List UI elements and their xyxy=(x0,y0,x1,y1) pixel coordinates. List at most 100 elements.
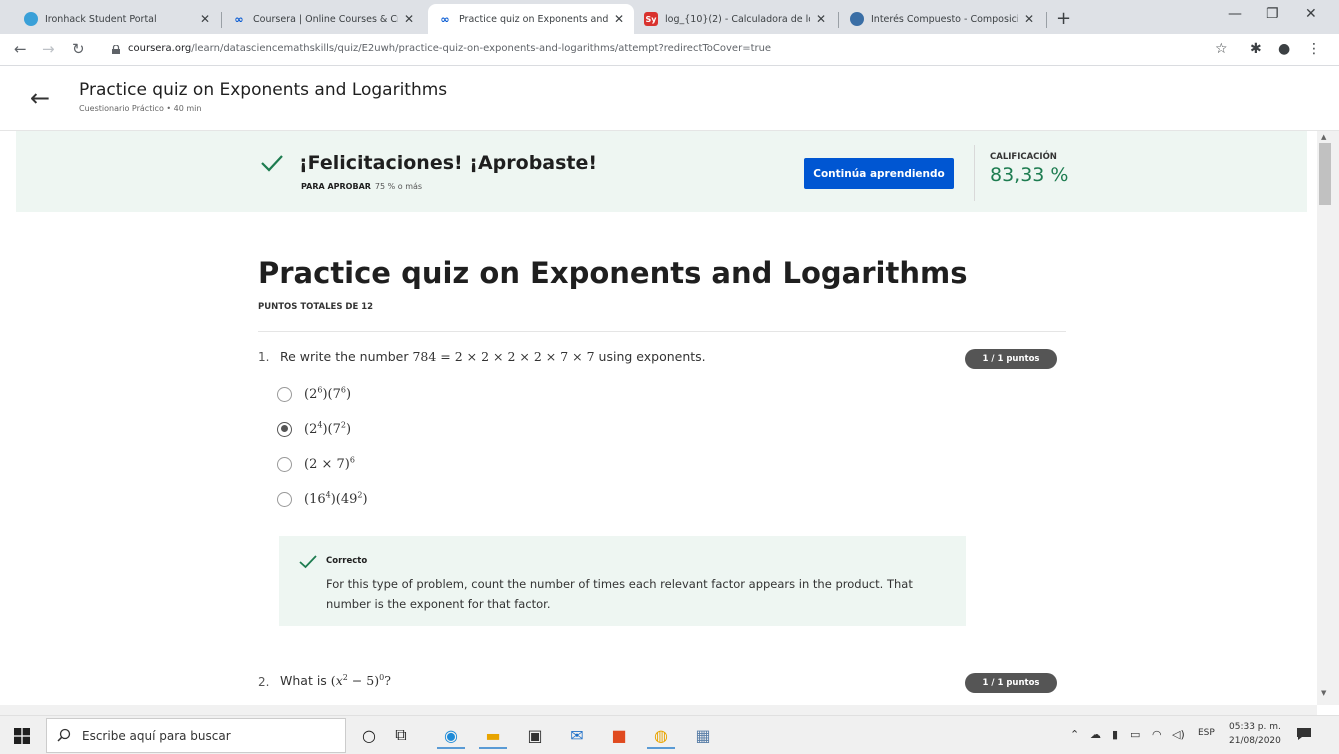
wifi-icon[interactable]: ◠ xyxy=(1152,728,1162,741)
tab-title: Practice quiz on Exponents and L xyxy=(459,13,608,25)
calculator-icon[interactable]: ▦ xyxy=(689,721,717,749)
browser-tab-bar: Ironhack Student Portal ✕ ∞ Coursera | O… xyxy=(0,0,1339,34)
lock-icon xyxy=(112,45,120,54)
close-icon[interactable]: ✕ xyxy=(614,12,624,26)
continue-learning-button[interactable]: Continúa aprendiendo xyxy=(804,158,954,189)
answer-option[interactable]: (2 × 7)6 xyxy=(277,453,355,475)
chrome-icon[interactable]: ◍ xyxy=(647,721,675,749)
radio-button[interactable] xyxy=(277,386,292,402)
close-icon[interactable]: ✕ xyxy=(1024,12,1034,26)
network-icon[interactable]: ▭ xyxy=(1130,728,1140,741)
tab-coursera[interactable]: ∞ Coursera | Online Courses & Cre ✕ xyxy=(222,4,424,34)
tab-practice-quiz[interactable]: ∞ Practice quiz on Exponents and L ✕ xyxy=(428,4,634,34)
option-label: (2 × 7)6 xyxy=(304,455,355,472)
forward-icon[interactable]: → xyxy=(42,40,55,58)
result-banner: ¡Felicitaciones! ¡Aprobaste! PARA APROBA… xyxy=(16,131,1307,212)
tab-interes-compuesto[interactable]: Interés Compuesto - Composició ✕ xyxy=(840,4,1044,34)
radio-button[interactable] xyxy=(277,491,292,507)
search-icon xyxy=(57,728,71,742)
task-view-icon[interactable]: ⧉ xyxy=(387,721,415,749)
active-indicator xyxy=(479,747,507,749)
file-explorer-icon[interactable]: ▬ xyxy=(479,721,507,749)
pass-label: PARA APROBAR xyxy=(301,182,371,191)
volume-icon[interactable]: ◁) xyxy=(1172,728,1185,741)
math-expression: (x2 − 5)0? xyxy=(330,672,391,688)
grade-label: CALIFICACIÓN xyxy=(990,152,1057,162)
back-arrow-icon[interactable]: ← xyxy=(30,84,50,112)
language-indicator[interactable]: ESP xyxy=(1198,728,1215,738)
question-text-start: What is xyxy=(280,673,327,688)
address-bar: ← → ↻ coursera.org/learn/datasciencemath… xyxy=(0,34,1339,66)
ironhack-icon xyxy=(24,12,38,26)
page-subtitle: Cuestionario Práctico • 40 min xyxy=(79,104,202,113)
coursera-icon: ∞ xyxy=(234,12,244,26)
scroll-up-icon[interactable]: ▲ xyxy=(1321,133,1326,141)
answer-option[interactable]: (26)(76) xyxy=(277,383,351,405)
windows-start-icon[interactable] xyxy=(14,728,30,744)
active-indicator xyxy=(437,747,465,749)
checkmark-icon xyxy=(299,555,317,569)
question-number: 2. xyxy=(258,675,270,689)
question-text-end: using exponents. xyxy=(598,349,706,364)
answer-option-selected[interactable]: (24)(72) xyxy=(277,418,351,440)
store-icon[interactable]: ▣ xyxy=(521,721,549,749)
tab-ironhack[interactable]: Ironhack Student Portal ✕ xyxy=(14,4,220,34)
divider xyxy=(974,145,975,201)
url-field[interactable]: coursera.org/learn/datasciencemathskills… xyxy=(128,43,771,54)
search-placeholder: Escribe aquí para buscar xyxy=(82,729,231,743)
restore-icon[interactable]: ❐ xyxy=(1266,6,1279,22)
horizontal-scrollbar[interactable] xyxy=(0,705,1317,715)
edge-icon[interactable]: ◉ xyxy=(437,721,465,749)
window-close-icon[interactable]: ✕ xyxy=(1305,6,1317,22)
scroll-thumb[interactable] xyxy=(1319,143,1331,205)
congrats-heading: ¡Felicitaciones! ¡Aprobaste! xyxy=(299,152,598,174)
option-label: (24)(72) xyxy=(304,420,352,437)
page-title: Practice quiz on Exponents and Logarithm… xyxy=(79,80,448,100)
option-label: (26)(76) xyxy=(304,385,352,402)
feedback-box: Correcto For this type of problem, count… xyxy=(279,536,966,626)
total-points: PUNTOS TOTALES DE 12 xyxy=(258,302,374,312)
vertical-scrollbar[interactable] xyxy=(1317,131,1339,705)
battery-icon[interactable]: ▮ xyxy=(1112,728,1118,741)
cortana-icon[interactable]: ○ xyxy=(355,721,383,749)
answer-option[interactable]: (164)(492) xyxy=(277,488,368,510)
bookmark-star-icon[interactable]: ☆ xyxy=(1215,41,1228,57)
quiz-title: Practice quiz on Exponents and Logarithm… xyxy=(258,256,968,290)
pass-value: 75 % o más xyxy=(374,182,423,191)
scroll-down-icon[interactable]: ▼ xyxy=(1321,689,1326,697)
new-tab-icon[interactable]: + xyxy=(1056,8,1071,29)
taskbar-search-input[interactable]: Escribe aquí para buscar xyxy=(46,718,346,753)
tray-chevron-icon[interactable]: ⌃ xyxy=(1070,728,1079,741)
tab-divider xyxy=(838,12,839,28)
clock[interactable]: 05:33 p. m. 21/08/2020 xyxy=(1229,720,1281,748)
onedrive-icon[interactable]: ☁ xyxy=(1090,728,1101,741)
active-indicator xyxy=(647,747,675,749)
feedback-text: For this type of problem, count the numb… xyxy=(326,577,913,611)
minimize-icon[interactable]: — xyxy=(1228,6,1242,22)
close-icon[interactable]: ✕ xyxy=(816,12,826,26)
tab-title: Interés Compuesto - Composició xyxy=(871,13,1018,25)
feedback-label: Correcto xyxy=(326,556,368,566)
radio-button[interactable] xyxy=(277,456,292,472)
extensions-icon[interactable]: ✱ xyxy=(1250,41,1262,57)
notification-icon[interactable] xyxy=(1296,726,1312,742)
back-icon[interactable]: ← xyxy=(14,40,27,58)
fox-icon xyxy=(850,12,864,26)
tab-divider xyxy=(1046,12,1047,28)
tab-symbolab[interactable]: Sy log_{10}(2) - Calculadora de loga ✕ xyxy=(634,4,836,34)
profile-icon[interactable]: ● xyxy=(1278,41,1290,57)
reload-icon[interactable]: ↻ xyxy=(72,40,85,58)
question-number: 1. xyxy=(258,350,270,364)
close-icon[interactable]: ✕ xyxy=(200,12,210,26)
radio-button-selected[interactable] xyxy=(277,421,292,437)
option-label: (164)(492) xyxy=(304,490,368,507)
math-expression: 784 = 2 × 2 × 2 × 2 × 7 × 7 xyxy=(412,349,595,364)
points-badge: 1 / 1 puntos xyxy=(965,673,1057,693)
mail-icon[interactable]: ✉ xyxy=(563,721,591,749)
question-text: What is (x2 − 5)0? xyxy=(280,673,391,688)
symbolab-icon: Sy xyxy=(644,12,658,26)
close-icon[interactable]: ✕ xyxy=(404,12,414,26)
office-icon[interactable]: ■ xyxy=(605,721,633,749)
menu-icon[interactable]: ⋮ xyxy=(1307,41,1321,57)
divider xyxy=(258,331,1066,332)
